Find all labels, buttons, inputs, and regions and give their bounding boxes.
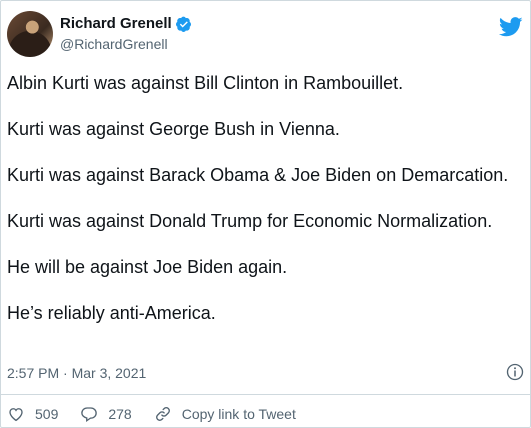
link-icon [155,407,170,421]
like-count: 509 [35,406,59,422]
tweet-paragraph: Kurti was against George Bush in Vienna. [7,119,340,139]
tweet-timestamp[interactable]: 2:57 PM · Mar 3, 2021 [7,365,146,381]
twitter-bird-icon[interactable] [499,17,523,37]
verified-badge-icon [175,16,191,32]
info-icon[interactable] [506,363,524,381]
author-name-row[interactable]: Richard Grenell [60,15,192,32]
tweet-text: Albin Kurti was against Bill Clinton in … [7,71,522,347]
tweet-paragraph: He’s reliably anti-America. [7,303,216,323]
reply-button[interactable]: 278 [80,405,132,423]
heart-icon [9,408,23,422]
tweet-card: Richard Grenell @RichardGrenell Albin Ku… [0,0,531,428]
copy-link-label: Copy link to Tweet [181,406,296,422]
tweet-paragraph: Kurti was against Barack Obama & Joe Bid… [7,165,509,185]
tweet-paragraph: Kurti was against Donald Trump for Econo… [7,211,493,231]
tweet-paragraph: He will be against Joe Biden again. [7,257,288,277]
author-name[interactable]: Richard Grenell [60,15,172,32]
like-button[interactable]: 509 [7,405,58,423]
reply-count: 278 [108,406,132,422]
tweet-paragraph: Albin Kurti was against Bill Clinton in … [7,73,404,93]
copy-link-button[interactable]: Copy link to Tweet [154,405,296,423]
author-handle[interactable]: @RichardGrenell [60,36,168,52]
reply-icon [81,407,98,423]
tweet-actions: 509 278 Copy link to Tweet [7,405,318,423]
divider [1,394,530,395]
avatar[interactable] [7,11,53,57]
